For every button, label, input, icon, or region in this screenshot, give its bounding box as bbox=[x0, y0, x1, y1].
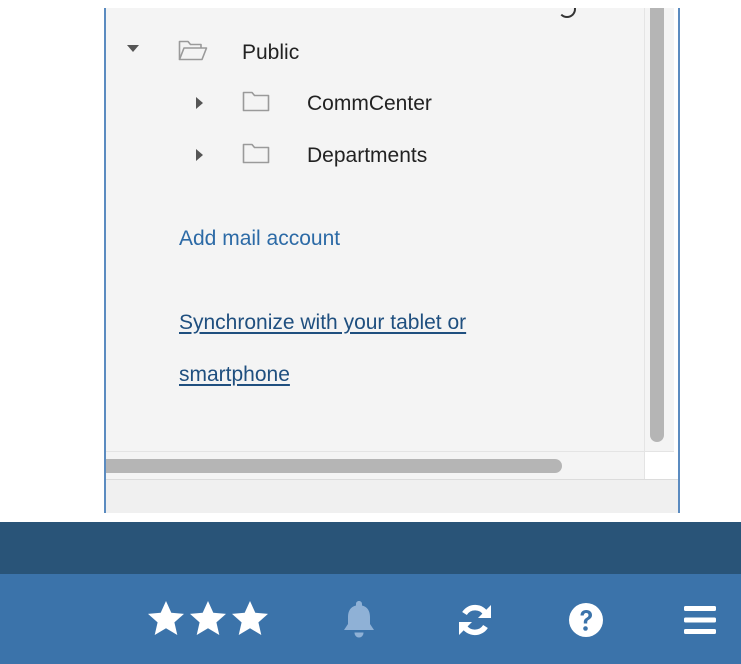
notifications-button[interactable] bbox=[342, 598, 376, 640]
three-stars-icon bbox=[148, 601, 268, 635]
refresh-icon bbox=[459, 604, 491, 636]
folder-icon bbox=[242, 143, 270, 164]
scrollbar-corner bbox=[644, 451, 674, 479]
tree-item-label: Public bbox=[242, 41, 300, 64]
folder-tree: Public CommCenter Departments Add mail a… bbox=[106, 8, 644, 451]
expand-arrow-icon[interactable] bbox=[196, 97, 203, 109]
sync-devices-link-line2[interactable]: smartphone bbox=[179, 363, 290, 387]
app-header-bar bbox=[0, 522, 741, 574]
sync-devices-link-line1[interactable]: Synchronize with your tablet or bbox=[179, 311, 466, 335]
favorites-button[interactable] bbox=[146, 598, 270, 640]
help-button[interactable] bbox=[566, 600, 606, 640]
panel-footer bbox=[106, 479, 678, 513]
vertical-scrollbar-thumb[interactable] bbox=[650, 8, 664, 442]
add-mail-account-link[interactable]: Add mail account bbox=[179, 227, 340, 251]
help-icon bbox=[569, 603, 603, 637]
expand-arrow-icon[interactable] bbox=[196, 149, 203, 161]
hamburger-menu-icon bbox=[684, 606, 716, 634]
app-toolbar bbox=[0, 574, 741, 664]
bell-icon bbox=[344, 601, 374, 638]
folder-open-icon bbox=[178, 40, 208, 61]
refresh-button[interactable] bbox=[455, 600, 495, 640]
tree-item-label: Departments bbox=[307, 144, 428, 167]
horizontal-scrollbar-thumb[interactable] bbox=[106, 459, 562, 473]
tree-item-label: CommCenter bbox=[307, 92, 432, 115]
collapse-arrow-icon[interactable] bbox=[127, 45, 139, 52]
folder-panel: Public CommCenter Departments Add mail a… bbox=[104, 8, 680, 513]
menu-button[interactable] bbox=[680, 602, 720, 638]
truncated-text-fragment bbox=[558, 8, 576, 18]
folder-icon bbox=[242, 91, 270, 112]
